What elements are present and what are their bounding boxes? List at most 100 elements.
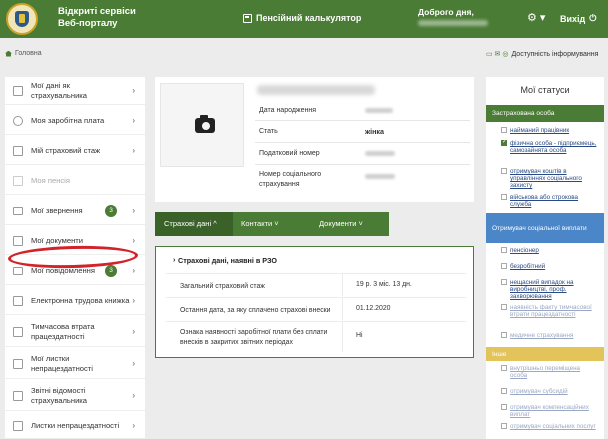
sidebar-item-sick-leaves[interactable]: Листки непрацездатності ›	[5, 413, 145, 439]
brand-line-2: Веб-порталу	[58, 18, 118, 29]
checkbox[interactable]	[501, 365, 507, 371]
document-icon	[13, 235, 23, 246]
emblem-logo[interactable]	[6, 3, 38, 35]
profile-label: Податковий номер	[259, 150, 320, 157]
chevron-right-icon: ›	[132, 206, 135, 215]
profile-label: Номер соціального страхування	[259, 171, 322, 188]
chevron-right-icon: ›	[132, 296, 135, 305]
gear-icon: ⚙ ▾	[527, 12, 546, 24]
checkbox[interactable]	[501, 247, 507, 253]
sidebar-item-label: Мої документи	[31, 235, 83, 245]
logout-icon: ⏻	[589, 13, 597, 23]
my-statuses-panel: Мої статуси Застрахована особа найманий …	[486, 77, 604, 439]
insurance-data-panel: Страхові дані, наявні в РЗО Загальний ст…	[155, 246, 474, 358]
checkbox[interactable]	[501, 388, 507, 394]
calculator-icon	[243, 13, 252, 23]
document-icon	[13, 420, 23, 431]
sidebar-item-insurance-record[interactable]: Мій страховий стаж ›	[5, 137, 145, 165]
sidebar-item-insurer-data[interactable]: Мої дані як страхувальника ›	[5, 77, 145, 105]
checkbox[interactable]	[501, 423, 507, 429]
panel-title[interactable]: Страхові дані, наявні в РЗО	[173, 255, 277, 265]
pension-calculator-link[interactable]: Пенсійний калькулятор	[243, 13, 361, 23]
profile-photo[interactable]	[160, 83, 244, 167]
brand-line-1: Відкриті сервіси	[58, 6, 136, 17]
sidebar-item-requests[interactable]: Мої звернення 3 ›	[5, 197, 145, 225]
logout-button[interactable]: Вихід ⏻	[560, 13, 596, 24]
chevron-right-icon: ›	[132, 391, 135, 400]
status-label: отримувач коштів в управліннях соціально…	[510, 168, 582, 189]
status-label: військова або строкова служба	[510, 194, 579, 208]
data-label: Загальний страховий стаж	[180, 283, 265, 290]
status-label: отримувач субсидій	[510, 388, 568, 395]
sidebar-item-my-pension[interactable]: Моя пенсія	[5, 167, 145, 195]
data-row-last-paid-date: Остання дата, за яку сплачено страхові в…	[166, 297, 466, 320]
sidebar-item-messages[interactable]: Мої повідомлення 3 ›	[5, 257, 145, 285]
accessibility-info-link[interactable]: ▭ ✉ ◎ Доступність інформування	[486, 50, 599, 59]
checkbox[interactable]	[501, 404, 507, 410]
checkbox-checked[interactable]	[501, 139, 507, 146]
report-icon	[13, 390, 23, 401]
sidebar-item-insurer-reports[interactable]: Звітні відомості страхувальника ›	[5, 381, 145, 411]
data-row-unpaid-salary-flag: Ознака наявності заробітної плати без сп…	[166, 321, 466, 352]
status-group-other: Інше	[486, 347, 604, 361]
envelope-icon	[13, 206, 23, 215]
statuses-title: Мої статуси	[520, 85, 570, 95]
sidebar-item-label: Мій страховий стаж	[31, 145, 101, 155]
chevron-right-icon: ›	[132, 116, 135, 125]
chevron-right-icon: ›	[132, 421, 135, 430]
pension-icon	[13, 175, 23, 186]
document-icon	[13, 326, 23, 337]
profile-row-birthdate: Дата народження	[255, 101, 470, 121]
chevron-right-icon: ›	[132, 359, 135, 368]
status-label: наявність факту тимчасової втрати працез…	[510, 304, 592, 318]
checkbox[interactable]	[501, 194, 507, 200]
settings-menu[interactable]: ⚙ ▾	[527, 11, 545, 24]
sidebar-item-my-sick-leaves[interactable]: Мої листки непрацездатності ›	[5, 349, 145, 379]
sidebar-item-e-workbook[interactable]: Електронна трудова книжка ›	[5, 287, 145, 315]
profile-value-blurred	[365, 174, 395, 179]
accessibility-info-label: Доступність інформування	[511, 50, 599, 58]
tab-insurance-data[interactable]: Страхові дані ^	[155, 212, 233, 236]
chevron-right-icon: ›	[132, 86, 135, 95]
money-icon	[13, 115, 23, 126]
chevron-right-icon: ›	[132, 327, 135, 336]
envelope-icon	[13, 266, 23, 275]
checkbox[interactable]	[501, 279, 507, 285]
sidebar-item-label: Мої листки непрацездатності	[31, 353, 93, 373]
profile-row-tax-number: Податковий номер	[255, 143, 470, 165]
profile-value-blurred	[365, 151, 395, 156]
sidebar-item-salary[interactable]: Моя заробітна плата ›	[5, 107, 145, 135]
tab-contacts[interactable]: Контакти ˅	[241, 212, 311, 236]
profile-card: Дата народження Стать жінка Податковий н…	[155, 77, 474, 202]
checkbox[interactable]	[501, 332, 507, 338]
status-label: нещасний випадок на виробництві, проф. з…	[510, 279, 574, 300]
camera-icon	[195, 115, 215, 133]
breadcrumb[interactable]: Головна	[5, 50, 42, 57]
checkbox[interactable]	[501, 263, 507, 269]
sidebar-item-temporary-disability[interactable]: Тимчасова втрата працездатності ›	[5, 317, 145, 347]
breadcrumb-bar: Головна ▭ ✉ ◎ Доступність інформування	[0, 47, 608, 63]
status-label: найманий працівник	[510, 127, 570, 134]
checkbox[interactable]	[501, 304, 507, 310]
book-icon	[13, 295, 23, 306]
checkbox[interactable]	[501, 127, 507, 133]
data-value: Ні	[356, 332, 363, 339]
sidebar-item-label: Тимчасова втрата працездатності	[31, 321, 95, 341]
sidebar-item-documents[interactable]: Мої документи ›	[5, 227, 145, 255]
profile-row-social-number: Номер соціального страхування	[255, 165, 470, 195]
home-icon	[5, 50, 12, 57]
profile-label: Дата народження	[259, 107, 317, 114]
breadcrumb-home: Головна	[15, 50, 42, 57]
profile-row-gender: Стать жінка	[255, 121, 470, 143]
status-group-social-payment: Отримувач соціальної виплати	[486, 213, 604, 243]
full-name-blurred	[257, 85, 375, 95]
tab-documents[interactable]: Документи ˅	[319, 212, 389, 236]
status-label: безробітний	[510, 263, 546, 270]
sidebar-item-label: Моя пенсія	[31, 175, 70, 185]
brand-title[interactable]: Відкриті сервіси Веб-порталу	[58, 6, 136, 30]
checkbox[interactable]	[501, 168, 507, 174]
data-label: Ознака наявності заробітної плати без сп…	[180, 329, 328, 346]
sidebar-item-label: Мої дані як страхувальника	[31, 80, 88, 100]
profile-label: Стать	[259, 128, 278, 135]
status-group-insured: Застрахована особа	[486, 105, 604, 122]
